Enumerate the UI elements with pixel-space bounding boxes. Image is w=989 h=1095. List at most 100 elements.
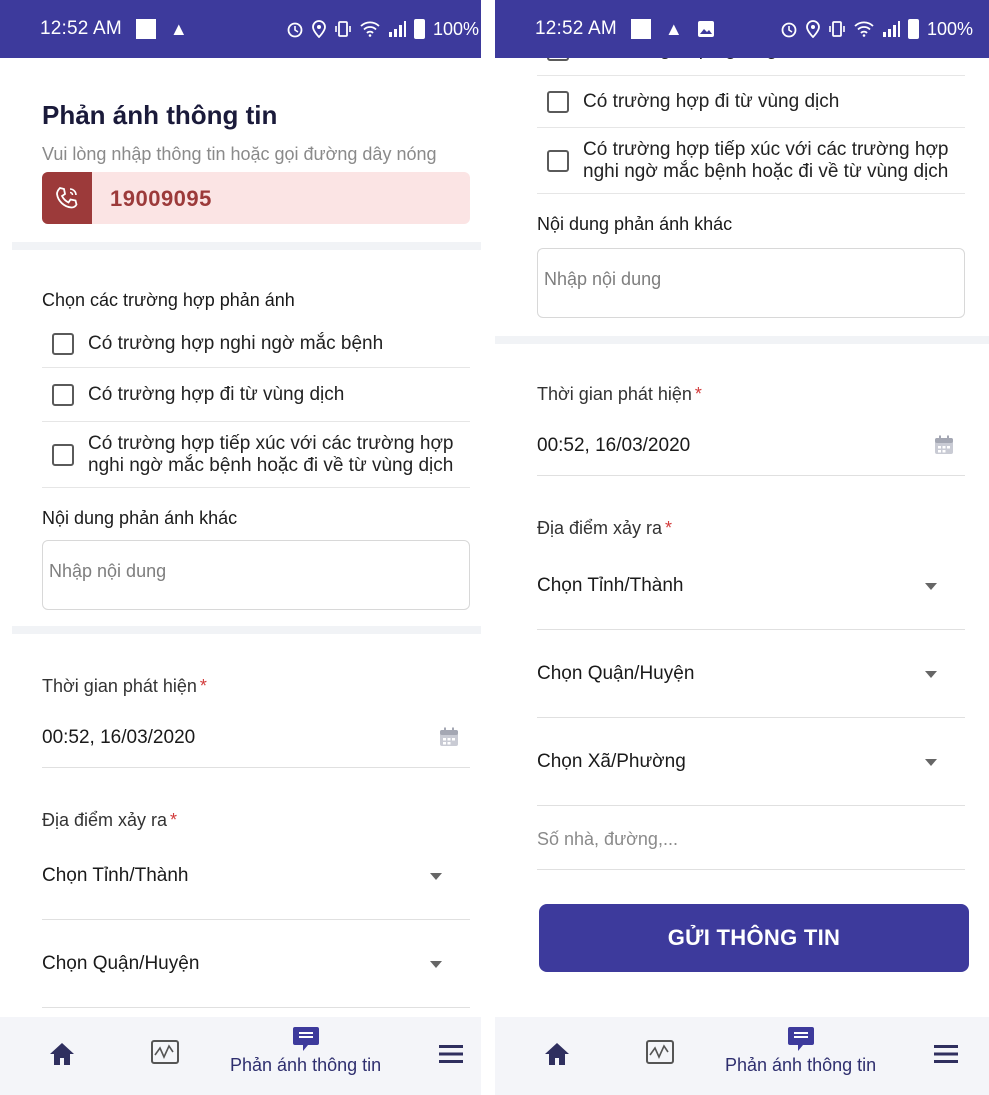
other-content-input[interactable] (537, 248, 965, 318)
calendar-icon[interactable] (438, 726, 460, 748)
case-option-contact[interactable]: Có trường hợp tiếp xúc với các trường hợ… (537, 128, 965, 194)
page-title: Phản ánh thông tin (42, 100, 278, 130)
battery-level: 100% (432, 18, 479, 39)
required-mark: * (694, 384, 702, 404)
ward-select[interactable]: Chọn Xã/Phường (537, 718, 965, 806)
chevron-down-icon (430, 960, 442, 968)
battery-level: 100% (926, 18, 973, 39)
checkbox[interactable] (547, 90, 569, 113)
section-divider (12, 242, 495, 250)
province-select[interactable]: Chọn Tỉnh/Thành (42, 832, 470, 920)
menu-icon (934, 1045, 958, 1063)
case-option-label: Có trường hợp nghi ngờ mắc bệnh (583, 58, 878, 61)
warning-icon: ▲ (664, 18, 683, 39)
district-select[interactable]: Chọn Quận/Huyện (537, 630, 965, 718)
case-option-label: Có trường hợp nghi ngờ mắc bệnh (88, 332, 384, 354)
message-icon (292, 1027, 319, 1051)
location-label-text: Địa điểm xảy ra (42, 810, 168, 830)
detect-time-field[interactable]: 00:52, 16/03/2020 (42, 718, 470, 768)
submit-button[interactable]: GỬI THÔNG TIN (539, 904, 969, 972)
location-label: Địa điểm xảy ra * (537, 518, 672, 539)
other-content-label: Nội dung phản ánh khác (537, 214, 733, 234)
bottom-nav: Phản ánh thông tin (495, 1017, 989, 1095)
status-bar: 12:52 AM ▲ 100% (0, 0, 495, 58)
district-select-value: Chọn Quận/Huyện (42, 952, 200, 974)
section-divider (495, 336, 989, 344)
case-option-suspected[interactable]: Có trường hợp nghi ngờ mắc bệnh (537, 58, 965, 76)
district-select-value: Chọn Quận/Huyện (537, 662, 695, 684)
checkbox[interactable] (52, 383, 74, 406)
chart-icon (646, 1040, 674, 1064)
hotline-number: 19009095 (110, 186, 212, 211)
nav-stats[interactable] (150, 1039, 180, 1065)
chevron-down-icon (925, 670, 937, 678)
alarm-icon (781, 22, 797, 38)
notification-square-icon (630, 19, 651, 39)
bottom-nav: Phản ánh thông tin (0, 1017, 495, 1095)
case-option-label: Có trường hợp đi từ vùng dịch (88, 383, 345, 405)
checkbox[interactable] (547, 58, 569, 61)
form-content-scrolled[interactable]: Có trường hợp nghi ngờ mắc bệnh Có trườn… (495, 58, 989, 1017)
required-mark: * (665, 518, 673, 538)
province-select-value: Chọn Tỉnh/Thành (42, 864, 189, 886)
nav-home[interactable] (48, 1041, 76, 1067)
case-option-label: Có trường hợp tiếp xúc với các trường hợ… (88, 432, 454, 476)
province-select[interactable]: Chọn Tỉnh/Thành (537, 542, 965, 630)
warning-icon: ▲ (169, 18, 188, 39)
case-option-label: Có trường hợp đi từ vùng dịch (583, 90, 840, 112)
other-content-label: Nội dung phản ánh khác (42, 508, 238, 528)
home-icon (50, 1043, 74, 1065)
case-option-contact[interactable]: Có trường hợp tiếp xúc với các trường hợ… (42, 422, 470, 488)
section-divider (12, 626, 495, 634)
nav-report-label: Phản ánh thông tin (725, 1055, 877, 1075)
calendar-icon[interactable] (933, 434, 955, 456)
wifi-icon (360, 21, 380, 37)
nav-report[interactable]: Phản ánh thông tin (725, 1025, 876, 1076)
nav-menu[interactable] (438, 1043, 464, 1065)
case-option-suspected[interactable]: Có trường hợp nghi ngờ mắc bệnh (42, 320, 470, 368)
status-bar: 12:52 AM ▲ 100% (495, 0, 989, 58)
chart-icon (151, 1040, 179, 1064)
nav-menu[interactable] (933, 1043, 959, 1065)
hotline-banner[interactable]: 19009095 (42, 172, 470, 224)
screen-left: 12:52 AM ▲ 100% Phản ánh thông tin Vui l… (0, 0, 495, 1095)
detect-time-label-text: Thời gian phát hiện (537, 384, 692, 404)
battery-icon (413, 19, 425, 39)
screen-right: 12:52 AM ▲ 100% Có trường hợp nghi ngờ m… (495, 0, 989, 1095)
required-mark: * (170, 810, 178, 830)
nav-stats[interactable] (645, 1039, 675, 1065)
alarm-icon (287, 22, 303, 38)
nav-report-label: Phản ánh thông tin (230, 1055, 382, 1075)
location-icon (312, 20, 326, 38)
detect-time-value: 00:52, 16/03/2020 (42, 727, 196, 748)
location-label: Địa điểm xảy ra * (42, 810, 177, 831)
required-mark: * (199, 676, 207, 696)
detect-time-label-text: Thời gian phát hiện (42, 676, 197, 696)
checkbox[interactable] (52, 332, 74, 355)
ward-select-value: Chọn Xã/Phường (537, 750, 686, 772)
vibrate-icon (335, 21, 351, 37)
district-select[interactable]: Chọn Quận/Huyện (42, 920, 470, 1008)
checkbox[interactable] (52, 443, 74, 466)
cases-label: Chọn các trường hợp phản ánh (42, 290, 295, 310)
page-subtitle: Vui lòng nhập thông tin hoặc gọi đường d… (42, 144, 437, 164)
nav-report[interactable]: Phản ánh thông tin (230, 1025, 381, 1076)
address-input[interactable] (537, 806, 965, 870)
chevron-down-icon (925, 582, 937, 590)
other-content-input[interactable] (42, 540, 470, 610)
nav-home[interactable] (543, 1041, 571, 1067)
form-content[interactable]: Phản ánh thông tin Vui lòng nhập thông t… (0, 58, 495, 1017)
menu-icon (439, 1045, 463, 1063)
detect-time-field[interactable]: 00:52, 16/03/2020 (537, 426, 965, 476)
status-time: 12:52 AM (40, 18, 122, 39)
signal-icon (882, 21, 900, 37)
wifi-icon (854, 21, 874, 37)
case-option-epidemic-area[interactable]: Có trường hợp đi từ vùng dịch (537, 76, 965, 128)
case-option-label: Có trường hợp tiếp xúc với các trường hợ… (583, 138, 949, 182)
location-label-text: Địa điểm xảy ra (537, 518, 663, 538)
chevron-down-icon (925, 758, 937, 766)
status-time: 12:52 AM (535, 18, 617, 39)
signal-icon (388, 21, 406, 37)
checkbox[interactable] (547, 149, 569, 172)
case-option-epidemic-area[interactable]: Có trường hợp đi từ vùng dịch (42, 368, 470, 422)
